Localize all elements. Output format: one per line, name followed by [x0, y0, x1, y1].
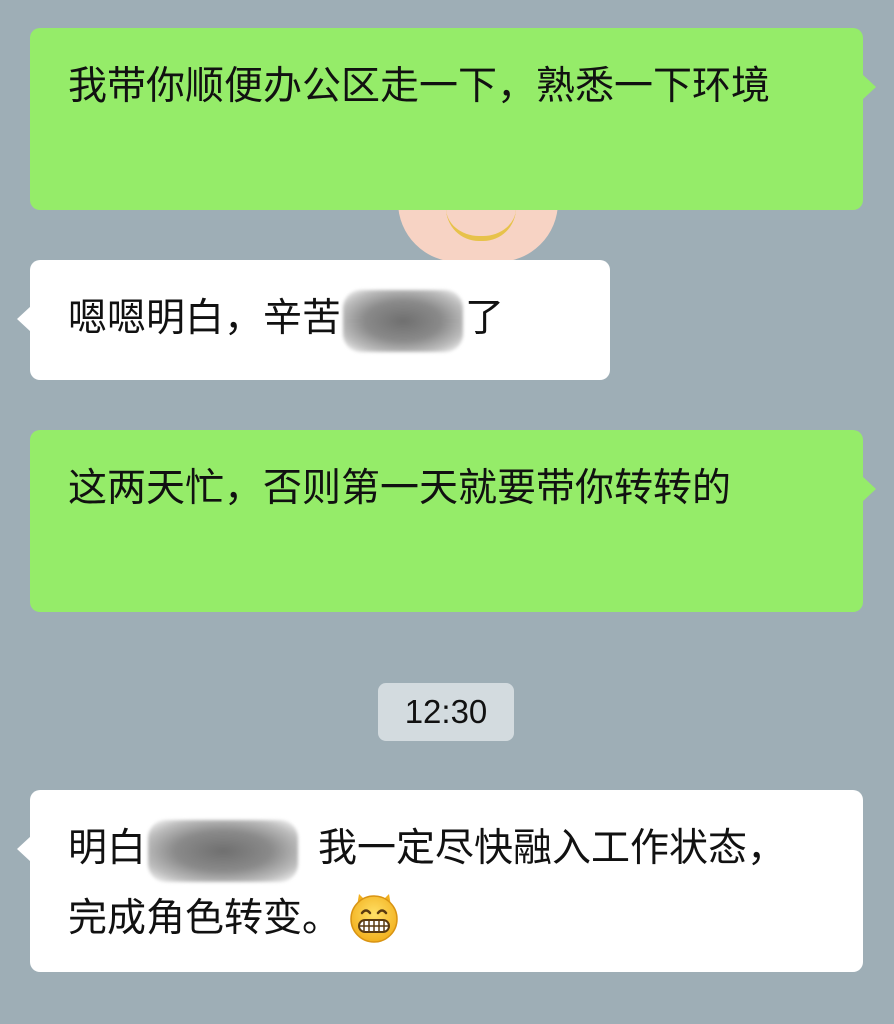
message-bubble-sent[interactable]: 我带你顺便办公区走一下，熟悉一下环境: [30, 28, 876, 210]
avatar-peek: [398, 202, 558, 262]
grinning-face-emoji: [350, 893, 398, 943]
chat-area[interactable]: 我带你顺便办公区走一下，熟悉一下环境 嗯嗯明白，辛苦 了 这两天忙，否则第一天就要…: [0, 0, 894, 1024]
redacted-mark: [343, 289, 464, 352]
message-text: 嗯嗯明白，辛苦: [68, 296, 342, 341]
avatar-mouth: [446, 208, 516, 241]
timestamp: 12:30: [378, 683, 514, 741]
message-bubble-received[interactable]: 明白 我一定尽快融入工作状态，完成角色转变。: [17, 790, 863, 972]
message-text: 了: [465, 296, 505, 341]
redacted-mark: [148, 819, 299, 882]
message-bubble-sent[interactable]: 这两天忙，否则第一天就要带你转转的: [30, 430, 876, 612]
message-text: 我带你顺便办公区走一下，熟悉一下环境: [68, 64, 771, 109]
message-text: 明白: [68, 826, 147, 871]
message-text: 这两天忙，否则第一天就要带你转转的: [68, 466, 732, 511]
message-bubble-received[interactable]: 嗯嗯明白，辛苦 了: [17, 260, 610, 380]
